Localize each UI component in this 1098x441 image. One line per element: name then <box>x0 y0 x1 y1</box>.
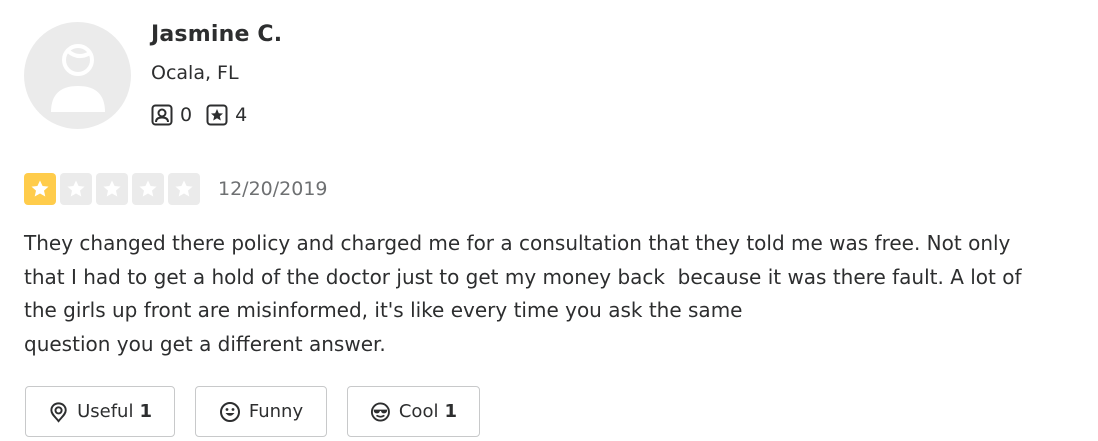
review-text: They changed there policy and charged me… <box>24 231 1022 356</box>
funny-label: Funny <box>248 401 304 422</box>
star-empty <box>132 173 164 205</box>
star-empty <box>60 173 92 205</box>
review-card: Jasmine C. Ocala, FL 0 4 12/20/2019 They… <box>0 0 1098 441</box>
useful-label: Useful <box>77 401 134 422</box>
cool-count: 1 <box>444 401 457 422</box>
review-star-icon <box>206 104 228 126</box>
reviews-stat: 4 <box>206 104 247 126</box>
avatar[interactable] <box>24 22 131 129</box>
star-empty <box>96 173 128 205</box>
friends-count: 0 <box>180 104 193 126</box>
star-icon <box>139 180 157 197</box>
rating-row: 12/20/2019 <box>24 173 328 205</box>
star-icon <box>31 180 49 197</box>
review-date: 12/20/2019 <box>218 178 328 200</box>
lightbulb-icon <box>50 401 67 423</box>
reviews-count: 4 <box>235 104 248 126</box>
funny-button[interactable]: Funny <box>195 386 327 437</box>
useful-button[interactable]: Useful 1 <box>25 386 175 437</box>
star-rating <box>24 173 204 205</box>
user-location: Ocala, FL <box>151 62 239 84</box>
cool-label: Cool <box>398 401 439 422</box>
cool-button[interactable]: Cool 1 <box>347 386 480 437</box>
useful-count: 1 <box>139 401 152 422</box>
sunglasses-icon <box>370 402 390 421</box>
star-filled <box>24 173 56 205</box>
friends-stat: 0 <box>151 104 192 126</box>
star-icon <box>175 180 193 197</box>
user-silhouette-icon <box>50 43 105 112</box>
star-icon <box>67 180 85 197</box>
smile-icon <box>219 401 240 422</box>
reaction-bar: Useful 1 Funny Cool 1 <box>25 386 500 437</box>
star-empty <box>168 173 200 205</box>
star-icon <box>103 180 121 197</box>
user-stats: 0 4 <box>151 101 261 129</box>
user-name[interactable]: Jasmine C. <box>151 22 282 47</box>
friends-icon <box>151 104 173 126</box>
